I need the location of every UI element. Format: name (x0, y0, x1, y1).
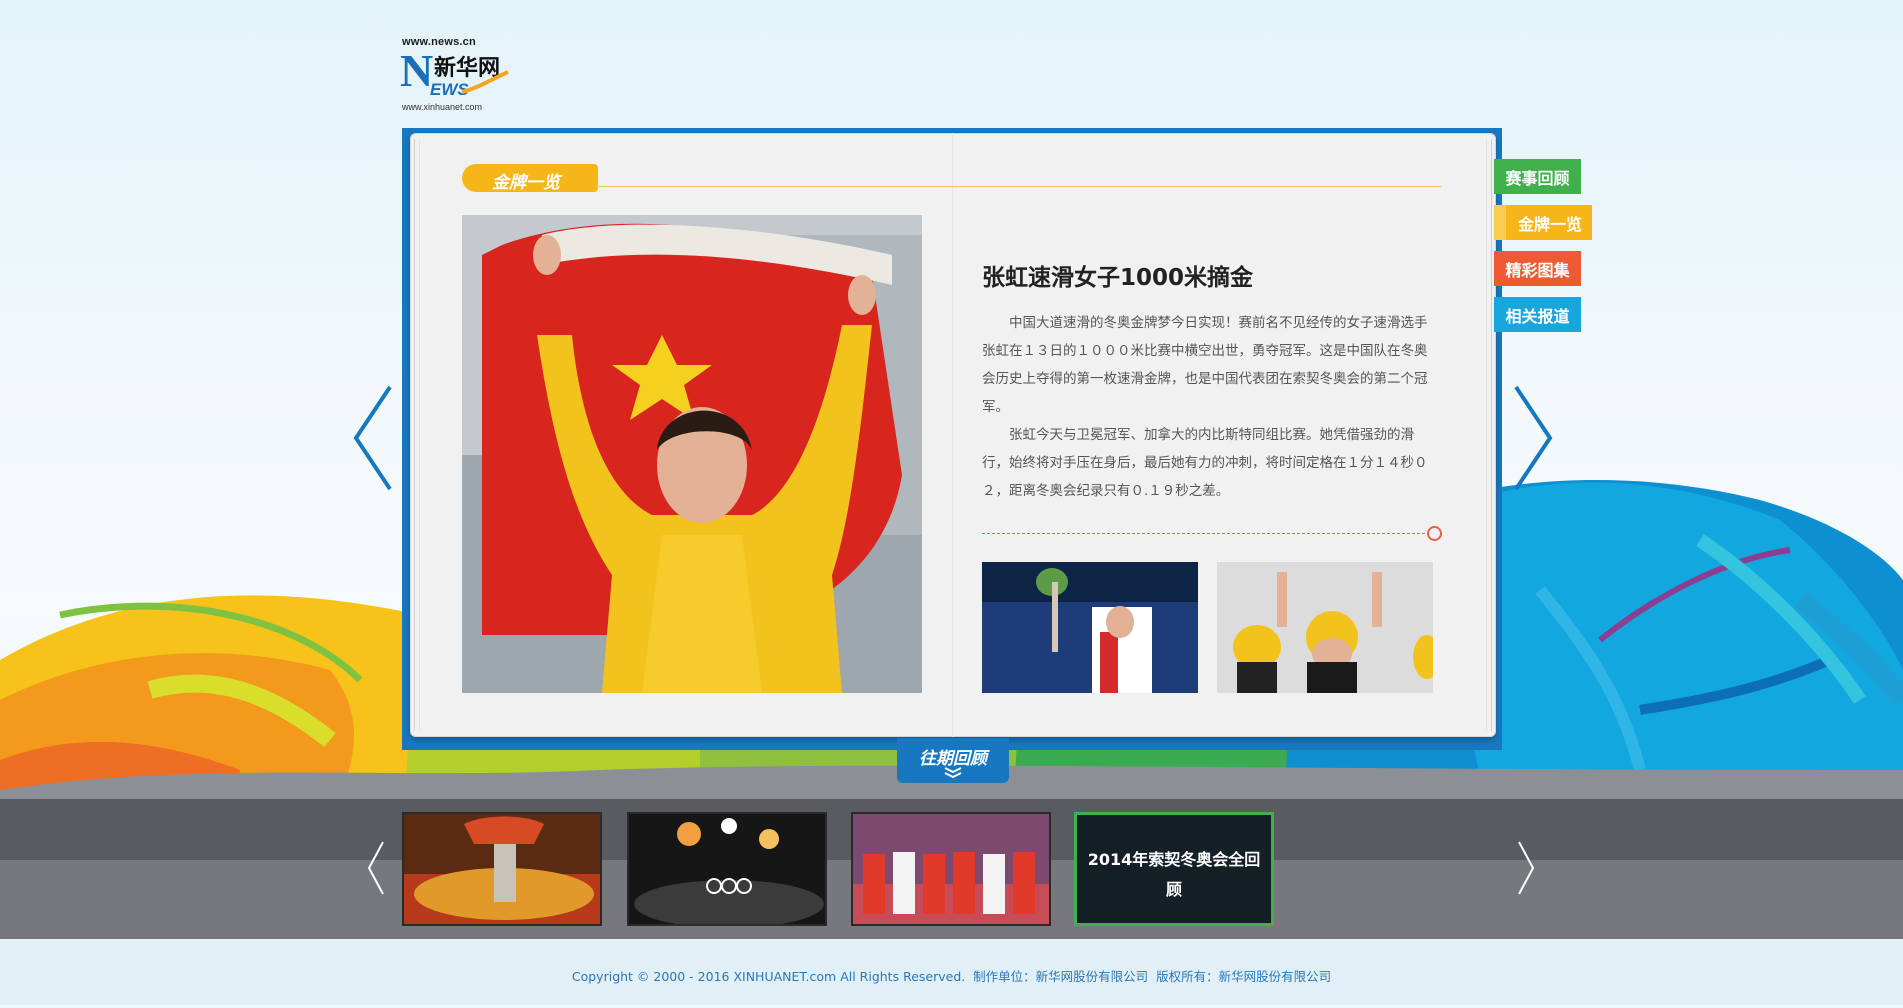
main-photo-image (462, 215, 922, 693)
archive-item-caption: 2014年索契冬奥会全回顾 (1087, 850, 1261, 899)
side-nav-gold-medals[interactable]: 金牌一览 (1494, 205, 1592, 240)
archive-item-2[interactable] (627, 812, 827, 926)
related-photo-1-image (982, 562, 1198, 693)
logo-url-bottom: www.xinhuanet.com (402, 102, 483, 112)
double-chevron-down-icon (944, 767, 962, 779)
article-body: 中国大道速滑的冬奥金牌梦今日实现！赛前名不见经传的女子速滑选手张虹在１３日的１０… (982, 309, 1432, 505)
section-tab: 金牌一览 (462, 164, 598, 193)
side-nav-reports[interactable]: 相关报道 (1494, 297, 1581, 332)
archive-item-2-image (629, 814, 825, 924)
logo-n-letter: N (400, 45, 434, 96)
archive-toggle[interactable]: 往期回顾 (897, 738, 1009, 783)
copyright-text: Copyright © 2000 - 2016 XINHUANET.com Al… (571, 969, 1332, 984)
archive-item-1[interactable] (402, 812, 602, 926)
footer: Copyright © 2000 - 2016 XINHUANET.com Al… (0, 939, 1903, 1008)
archive-item-4[interactable]: 2014年索契冬奥会全回顾 (1074, 812, 1274, 926)
strip-chevron-right-icon[interactable] (1515, 840, 1537, 896)
logo-swoosh-icon (461, 70, 509, 94)
side-nav-gallery[interactable]: 精彩图集 (1494, 251, 1581, 286)
main-photo[interactable] (462, 215, 922, 693)
book-spine (952, 133, 954, 737)
article-paragraph: 中国大道速滑的冬奥金牌梦今日实现！赛前名不见经传的女子速滑选手张虹在１３日的１０… (982, 315, 1428, 415)
archive-label: 往期回顾 (919, 749, 987, 769)
strip-chevron-left-icon[interactable] (365, 840, 387, 896)
side-nav-gold-medals-label: 金牌一览 (1517, 214, 1582, 234)
book-edge-left (414, 139, 420, 731)
article-title[interactable]: 张虹速滑女子1000米摘金 (982, 258, 1253, 292)
divider-circle-icon (1427, 526, 1442, 541)
related-photo-2[interactable] (1217, 562, 1433, 693)
section-title: 金牌一览 (492, 173, 560, 193)
related-photo-2-image (1217, 562, 1433, 693)
side-nav-highlights[interactable]: 赛事回顾 (1494, 159, 1581, 194)
archive-item-1-image (404, 814, 600, 924)
article-divider (982, 533, 1430, 534)
article-paragraph: 张虹今天与卫冕冠军、加拿大的内比斯特同组比赛。她凭借强劲的滑行，始终将对手压在身… (982, 427, 1428, 499)
archive-item-3-image (853, 814, 1049, 924)
xinhua-logo[interactable]: www.news.cn N 新华网 EWS www.xinhuanet.com (400, 36, 518, 114)
book-edge-right (1486, 139, 1492, 731)
related-photo-1[interactable] (982, 562, 1198, 693)
archive-item-3[interactable] (851, 812, 1051, 926)
chevron-left-icon[interactable] (350, 383, 396, 493)
section-divider (596, 186, 1442, 187)
chevron-right-icon[interactable] (1510, 383, 1556, 493)
